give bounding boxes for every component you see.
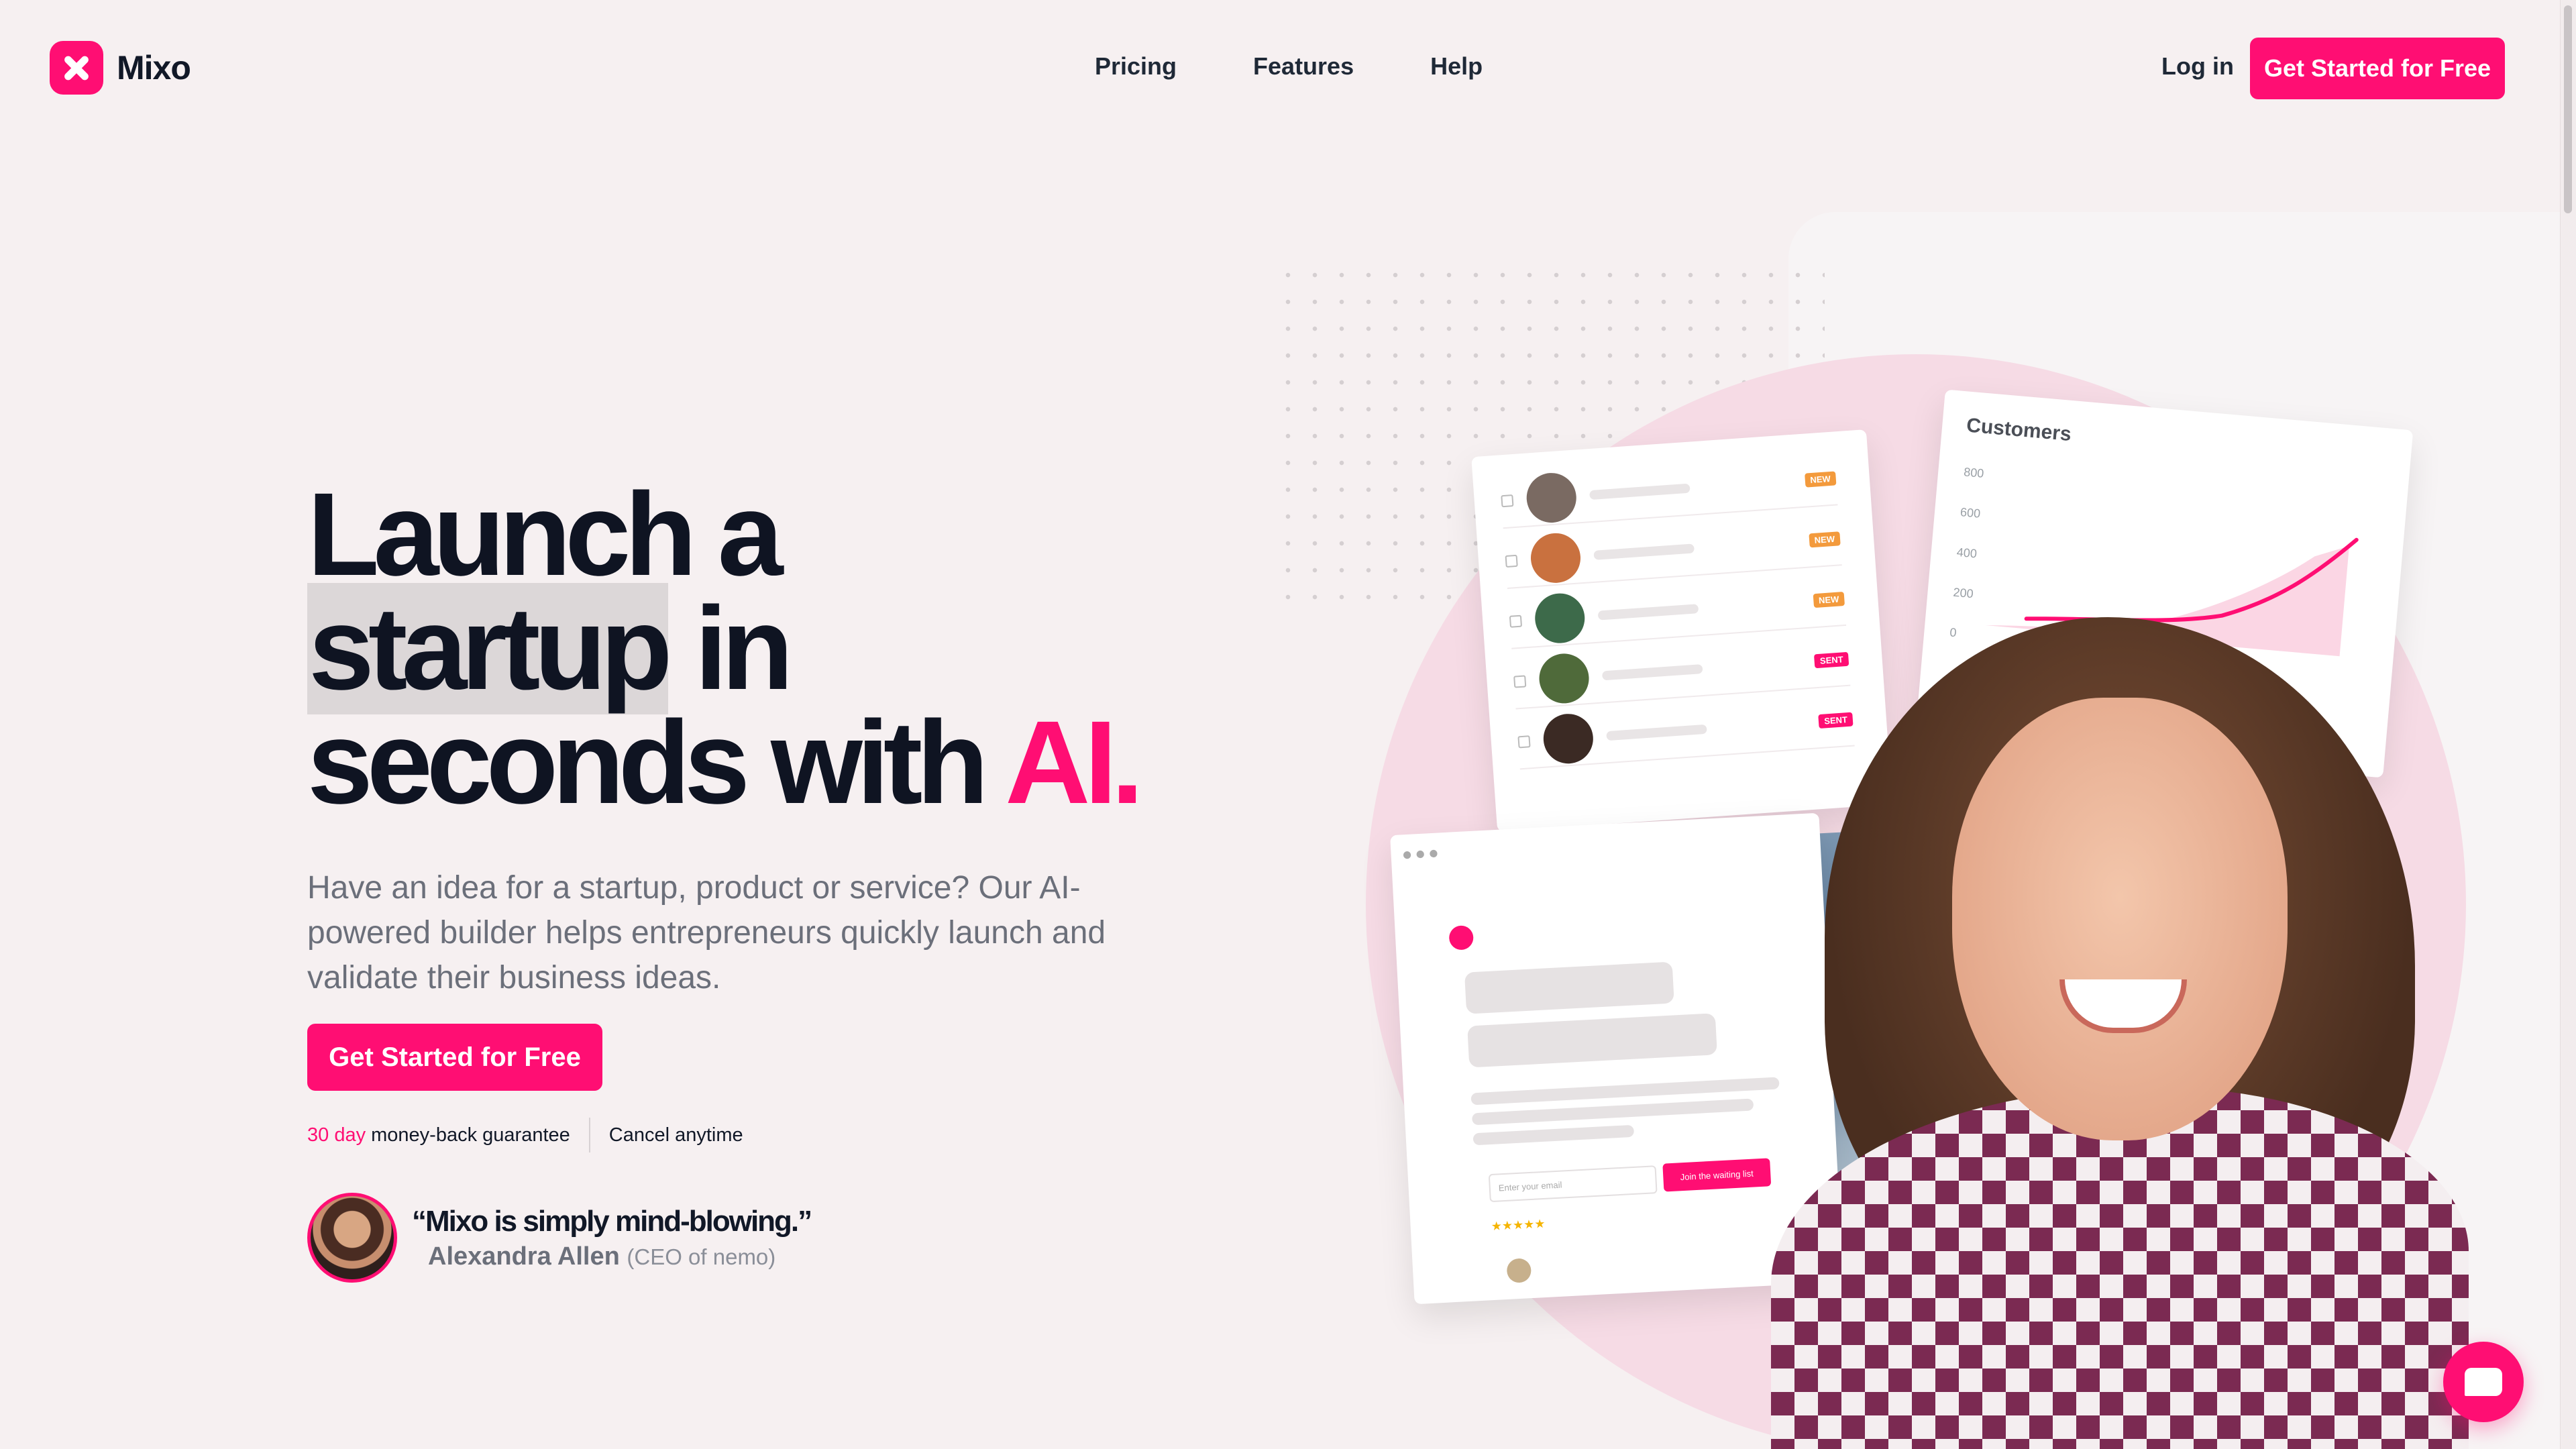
nav-link-pricing[interactable]: Pricing <box>1095 52 1177 80</box>
status-badge: NEW <box>1808 531 1841 547</box>
avatar <box>1525 471 1578 525</box>
avatar <box>1533 592 1587 645</box>
smile-shape <box>2059 979 2187 1033</box>
status-badge: NEW <box>1804 470 1837 488</box>
placeholder-heading <box>1464 961 1674 1014</box>
placeholder-line <box>1589 483 1690 500</box>
brand-name: Mixo <box>117 49 191 87</box>
preview-email-input: Enter your email <box>1488 1165 1658 1203</box>
avatar <box>1506 1258 1532 1283</box>
hero-title-line-3-main: seconds with <box>307 697 989 828</box>
hero-title-highlight: startup <box>307 583 672 714</box>
smiling-woman-photo <box>1771 617 2469 1449</box>
mixo-x-icon <box>50 41 103 95</box>
preview-waitlist-button: Join the waiting list <box>1662 1158 1772 1192</box>
checkbox-icon <box>1517 735 1531 749</box>
placeholder-line <box>1593 543 1695 560</box>
rating-stars-icon: ★★★★★ <box>1491 1216 1546 1234</box>
guarantee-text: money-back guarantee <box>371 1124 570 1146</box>
placeholder-line <box>1606 724 1707 741</box>
chat-bubble-icon[interactable] <box>2443 1342 2524 1422</box>
guarantees: 30 day money-back guarantee Cancel anyti… <box>307 1118 743 1152</box>
top-nav: Mixo Pricing Features Help Log in Get St… <box>0 0 2560 138</box>
preview-logo-icon <box>1448 924 1474 951</box>
logo[interactable]: Mixo <box>50 41 191 95</box>
testimonial-role: (CEO of nemo) <box>627 1244 776 1269</box>
scrollbar-thumb[interactable] <box>2564 5 2572 213</box>
nav-links: Pricing Features Help <box>1095 52 1483 80</box>
guarantee-days: 30 day <box>307 1124 366 1146</box>
hero-get-started-button[interactable]: Get Started for Free <box>307 1024 602 1091</box>
placeholder-line <box>1472 1124 1635 1146</box>
placeholder-heading <box>1467 1013 1717 1068</box>
avatar <box>1538 651 1591 705</box>
nav-link-help[interactable]: Help <box>1430 52 1483 80</box>
placeholder-line <box>1597 604 1699 621</box>
hero-subtitle: Have an idea for a startup, product or s… <box>307 870 1106 996</box>
testimonial-quote: “Mixo is simply mind-blowing.” <box>412 1204 812 1238</box>
avatar <box>307 1193 397 1283</box>
cancel-anytime: Cancel anytime <box>608 1124 743 1146</box>
testimonial-author-line: Alexandra Allen (CEO of nemo) <box>428 1242 811 1271</box>
testimonial-text: “Mixo is simply mind-blowing.” Alexandra… <box>412 1204 812 1271</box>
nav-link-features[interactable]: Features <box>1253 52 1354 80</box>
face-shape <box>1952 698 2288 1140</box>
hero-title-line-2: startup in <box>307 583 1138 714</box>
hero-title-line-2-rest: in <box>694 583 793 714</box>
money-back-guarantee: 30 day money-back guarantee <box>307 1124 570 1146</box>
hero-title: Launch a startup in seconds with AI. <box>307 469 1144 822</box>
status-badge: NEW <box>1813 591 1845 608</box>
window-dots-icon: ●●● <box>1401 842 1442 865</box>
avatar <box>1542 712 1595 765</box>
chat-icon-glyph <box>2465 1368 2502 1396</box>
nav-get-started-button[interactable]: Get Started for Free <box>2250 38 2505 99</box>
testimonial: “Mixo is simply mind-blowing.” Alexandra… <box>307 1193 812 1283</box>
checkbox-icon <box>1501 494 1514 508</box>
divider <box>588 1118 590 1152</box>
hero-title-line-3: seconds with AI. <box>307 704 1144 822</box>
login-link[interactable]: Log in <box>2161 52 2234 80</box>
hero-title-line-1: Launch a <box>307 469 784 600</box>
checkbox-icon <box>1505 554 1518 568</box>
scrollbar[interactable] <box>2560 0 2576 1449</box>
avatar <box>1529 531 1582 585</box>
hero-title-accent: AI. <box>1005 697 1144 828</box>
checkbox-icon <box>1509 614 1523 628</box>
checkbox-icon <box>1513 675 1527 688</box>
placeholder-line <box>1601 663 1703 681</box>
testimonial-author: Alexandra Allen <box>428 1242 620 1271</box>
